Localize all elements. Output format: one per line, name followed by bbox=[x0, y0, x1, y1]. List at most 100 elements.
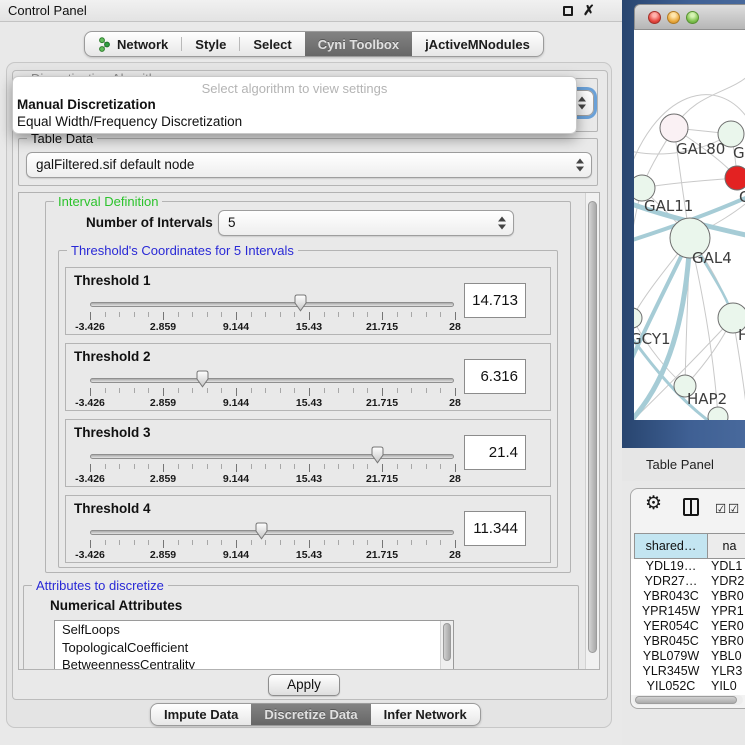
table-row[interactable]: YER054CYER0 bbox=[631, 619, 745, 634]
tick-mark bbox=[338, 312, 339, 317]
table-row[interactable]: YDL19…YDL1 bbox=[631, 559, 745, 574]
tick-mark bbox=[367, 312, 368, 317]
checkbox-icon[interactable]: ☑ bbox=[715, 501, 726, 516]
list-scrollbar[interactable] bbox=[440, 621, 453, 670]
tick-mark bbox=[309, 312, 310, 320]
threshold-panel: Threshold 3-3.4262.8599.14415.4321.71528… bbox=[65, 419, 551, 487]
network-node-label: GAL80 bbox=[676, 140, 725, 158]
tick-mark bbox=[192, 464, 193, 469]
slider-track[interactable] bbox=[90, 454, 454, 459]
table-row[interactable]: YBR045CYBR0 bbox=[631, 634, 745, 649]
tick-label: 28 bbox=[449, 321, 461, 333]
slider-track[interactable] bbox=[90, 302, 454, 307]
tick-mark bbox=[148, 464, 149, 469]
tick-mark bbox=[411, 388, 412, 393]
threshold-label: Threshold 2 bbox=[74, 349, 151, 364]
tab-cyni-toolbox[interactable]: Cyni Toolbox bbox=[305, 32, 412, 56]
table-row[interactable]: YDR27…YDR2 bbox=[631, 574, 745, 589]
table-row[interactable]: YPR145WYPR1 bbox=[631, 604, 745, 619]
scrollbar-thumb[interactable] bbox=[443, 623, 451, 661]
tick-label: 2.859 bbox=[150, 473, 176, 485]
scrollbar-thumb[interactable] bbox=[588, 201, 597, 653]
slider-thumb[interactable] bbox=[254, 522, 269, 540]
tick-mark bbox=[294, 464, 295, 469]
float-window-icon[interactable] bbox=[563, 6, 573, 16]
slider-thumb[interactable] bbox=[195, 370, 210, 388]
numerical-attributes-label: Numerical Attributes bbox=[50, 598, 182, 613]
attribute-item[interactable]: BetweennessCentrality bbox=[55, 656, 453, 670]
tick-mark bbox=[426, 312, 427, 317]
slider-track[interactable] bbox=[90, 530, 454, 535]
spinner-arrows-icon bbox=[578, 97, 586, 110]
threshold-value[interactable]: 6.316 bbox=[464, 359, 526, 394]
network-node[interactable] bbox=[708, 407, 728, 420]
network-node[interactable] bbox=[660, 114, 688, 142]
algorithm-dropdown-popup: Select algorithm to view settings Manual… bbox=[12, 76, 577, 134]
table-data-combobox[interactable]: galFiltered.sif default node bbox=[26, 152, 592, 178]
checkbox-icon[interactable]: ☑ bbox=[728, 501, 739, 516]
column-header[interactable]: shared… bbox=[634, 533, 708, 559]
table-panel: ⚙ ☑ ☑ shared…na YDL19…YDL1YDR27…YDR2YBR0… bbox=[630, 488, 745, 709]
table-cell: YER054C bbox=[634, 619, 708, 634]
table-row[interactable]: YBL079WYBL0 bbox=[631, 649, 745, 664]
table-cell: YDL1 bbox=[711, 559, 745, 574]
tab-style[interactable]: Style bbox=[182, 32, 239, 56]
network-node[interactable] bbox=[634, 308, 642, 328]
slider-thumb[interactable] bbox=[293, 294, 308, 312]
tick-mark bbox=[309, 464, 310, 472]
table-row[interactable]: YIL052CYIL0 bbox=[631, 679, 745, 694]
scrollbar-thumb[interactable] bbox=[635, 696, 737, 704]
tick-label: 21.715 bbox=[366, 321, 398, 333]
zoom-traffic-light-icon[interactable] bbox=[686, 11, 699, 24]
table-cell: YDR27… bbox=[634, 574, 708, 589]
slider-track[interactable] bbox=[90, 378, 454, 383]
tab-discretize-data[interactable]: Discretize Data bbox=[251, 704, 370, 725]
tick-mark bbox=[309, 388, 310, 396]
tab-select[interactable]: Select bbox=[240, 32, 304, 56]
tick-mark bbox=[265, 464, 266, 469]
table-body: YDL19…YDL1YDR27…YDR2YBR043CYBR0YPR145WYP… bbox=[631, 559, 745, 695]
vertical-scrollbar[interactable] bbox=[585, 193, 599, 669]
attribute-item[interactable]: TopologicalCoefficient bbox=[55, 639, 453, 657]
numeric-attributes-list[interactable]: SelfLoopsTopologicalCoefficientBetweenne… bbox=[54, 620, 454, 670]
tick-mark bbox=[280, 388, 281, 393]
column-header[interactable]: na bbox=[708, 533, 745, 559]
tab-label: Cyni Toolbox bbox=[318, 37, 399, 52]
tab-jactivemnodules[interactable]: jActiveMNodules bbox=[412, 32, 543, 56]
threshold-value[interactable]: 11.344 bbox=[464, 511, 526, 546]
attribute-item[interactable]: SelfLoops bbox=[55, 621, 453, 639]
tick-label: 15.43 bbox=[296, 397, 322, 409]
minimize-traffic-light-icon[interactable] bbox=[667, 11, 680, 24]
network-canvas[interactable]: GAL80GCGAL11GAL4GCY1HHAP2 bbox=[634, 30, 745, 420]
apply-button[interactable]: Apply bbox=[268, 674, 340, 696]
interval-definition-group: Interval Definition Number of Intervals … bbox=[45, 201, 571, 573]
column-layout-icon[interactable] bbox=[683, 498, 699, 516]
network-node-label: GAL4 bbox=[692, 249, 732, 267]
num-intervals-combobox[interactable]: 5 bbox=[218, 210, 514, 236]
network-edge[interactable] bbox=[642, 178, 737, 188]
tick-mark bbox=[207, 464, 208, 469]
algorithm-option[interactable]: Manual Discretization bbox=[13, 96, 576, 113]
tab-impute-data[interactable]: Impute Data bbox=[151, 704, 251, 725]
gear-icon[interactable]: ⚙ bbox=[645, 492, 662, 515]
tick-label: 2.859 bbox=[150, 397, 176, 409]
horizontal-scrollbar[interactable] bbox=[633, 695, 743, 705]
threshold-label: Threshold 1 bbox=[74, 273, 151, 288]
threshold-value[interactable]: 21.4 bbox=[464, 435, 526, 470]
table-row[interactable]: YLR345WYLR3 bbox=[631, 664, 745, 679]
threshold-value[interactable]: 14.713 bbox=[464, 283, 526, 318]
algorithm-option[interactable]: Equal Width/Frequency Discretization bbox=[13, 113, 576, 130]
close-traffic-light-icon[interactable] bbox=[648, 11, 661, 24]
slider-thumb[interactable] bbox=[370, 446, 385, 464]
network-window-titlebar[interactable] bbox=[634, 4, 745, 30]
close-icon[interactable]: ✗ bbox=[583, 2, 595, 19]
tick-label: 9.144 bbox=[223, 549, 249, 561]
algorithm-popup-options: Manual DiscretizationEqual Width/Frequen… bbox=[13, 96, 576, 130]
tick-mark bbox=[178, 312, 179, 317]
tab-infer-network[interactable]: Infer Network bbox=[371, 704, 480, 725]
tick-mark bbox=[221, 388, 222, 393]
tick-mark bbox=[90, 464, 91, 472]
network-node[interactable] bbox=[725, 166, 745, 190]
tab-network[interactable]: Network bbox=[85, 32, 181, 56]
table-row[interactable]: YBR043CYBR0 bbox=[631, 589, 745, 604]
